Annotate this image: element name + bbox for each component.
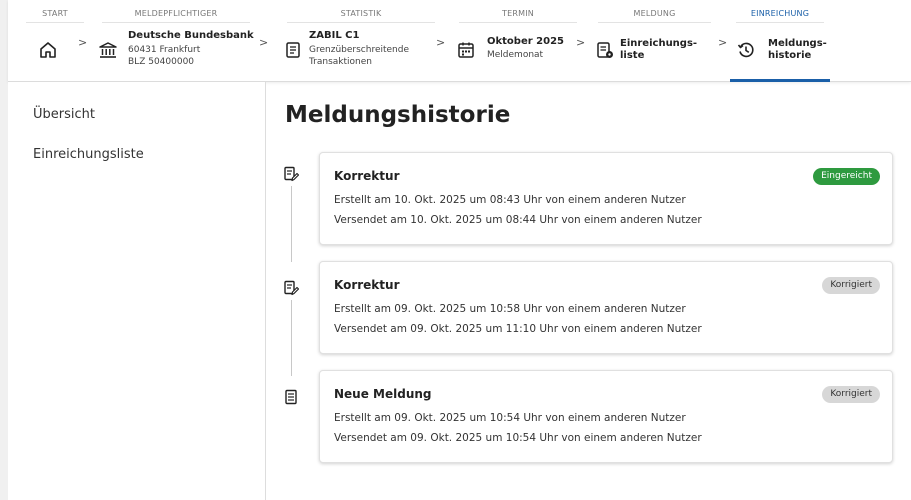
chevron-right-icon: > [718, 36, 728, 49]
sent-info: Versendet am 10. Okt. 2025 um 08:44 Uhr … [334, 214, 702, 226]
timeline-connector [291, 186, 292, 262]
chevron-right-icon: > [259, 36, 269, 49]
chevron-right-icon: > [436, 36, 446, 49]
history-icon [737, 42, 754, 58]
sidebar: Übersicht Einreichungsliste [8, 82, 266, 500]
step-title: ZABIL C1 [309, 30, 360, 41]
page-title: Meldungshistorie [285, 102, 511, 128]
step-statistik[interactable]: STATISTIK ZABIL C1 Grenzüberschreitende … [281, 0, 441, 82]
card-title: Korrektur [334, 278, 400, 292]
sent-info: Versendet am 09. Okt. 2025 um 10:54 Uhr … [334, 432, 702, 444]
home-icon [40, 42, 56, 58]
left-edge [0, 0, 8, 500]
card-title: Korrektur [334, 169, 400, 183]
document-icon [285, 389, 297, 405]
chevron-right-icon: > [576, 36, 586, 49]
step-caption: EINREICHUNG [750, 9, 810, 18]
step-caption: TERMIN [502, 9, 534, 18]
bank-icon [99, 42, 117, 58]
step-sub: Transaktionen [309, 57, 372, 67]
step-caption: MELDEPFLICHTIGER [134, 9, 218, 18]
step-termin[interactable]: TERMIN Oktober 2025 Meldemonat [453, 0, 583, 82]
breadcrumb-stepper: START > MELDEPFLICHTIGER Deutsche Bundes… [8, 0, 911, 82]
edit-document-icon [284, 166, 299, 182]
step-caption: START [42, 9, 68, 18]
status-badge: Korrigiert [822, 277, 880, 294]
created-info: Erstellt am 09. Okt. 2025 um 10:54 Uhr v… [334, 412, 686, 424]
step-title: liste [620, 50, 645, 61]
status-badge: Korrigiert [822, 386, 880, 403]
sidebar-item-einreichungsliste[interactable]: Einreichungsliste [33, 147, 144, 162]
step-meldepflichtiger[interactable]: MELDEPFLICHTIGER Deutsche Bundesbank 604… [96, 0, 256, 82]
step-title: Einreichungs- [620, 38, 698, 49]
chevron-right-icon: > [78, 36, 88, 49]
history-card[interactable]: Neue Meldung Korrigiert Erstellt am 09. … [319, 370, 893, 463]
created-info: Erstellt am 09. Okt. 2025 um 10:58 Uhr v… [334, 303, 686, 315]
status-badge: Eingereicht [813, 168, 880, 185]
step-title: Oktober 2025 [487, 36, 564, 47]
sidebar-item-uebersicht[interactable]: Übersicht [33, 107, 95, 122]
active-step-indicator [730, 79, 830, 82]
form-icon [286, 42, 300, 58]
step-caption: MELDUNG [633, 9, 676, 18]
calendar-icon [458, 42, 474, 58]
step-caption: STATISTIK [340, 9, 382, 18]
sent-info: Versendet am 09. Okt. 2025 um 11:10 Uhr … [334, 323, 702, 335]
step-sub: Grenzüberschreitende [309, 45, 409, 55]
history-card[interactable]: Korrektur Korrigiert Erstellt am 09. Okt… [319, 261, 893, 354]
step-title: historie [768, 50, 812, 61]
timeline-connector [291, 300, 292, 376]
card-title: Neue Meldung [334, 387, 432, 401]
edit-document-icon [284, 280, 299, 296]
history-card[interactable]: Korrektur Eingereicht Erstellt am 10. Ok… [319, 152, 893, 245]
step-meldung[interactable]: MELDUNG Einreichungs- liste [592, 0, 717, 82]
list-settings-icon [597, 42, 613, 58]
step-einreichung[interactable]: EINREICHUNG Meldungs- historie [730, 0, 830, 82]
step-title: Meldungs- [768, 38, 827, 49]
app-frame: START > MELDEPFLICHTIGER Deutsche Bundes… [0, 0, 911, 500]
step-title: Deutsche Bundesbank [128, 30, 254, 41]
step-sub: 60431 Frankfurt [128, 45, 201, 55]
created-info: Erstellt am 10. Okt. 2025 um 08:43 Uhr v… [334, 194, 686, 206]
step-sub: BLZ 50400000 [128, 57, 195, 67]
step-sub: Meldemonat [487, 50, 544, 60]
